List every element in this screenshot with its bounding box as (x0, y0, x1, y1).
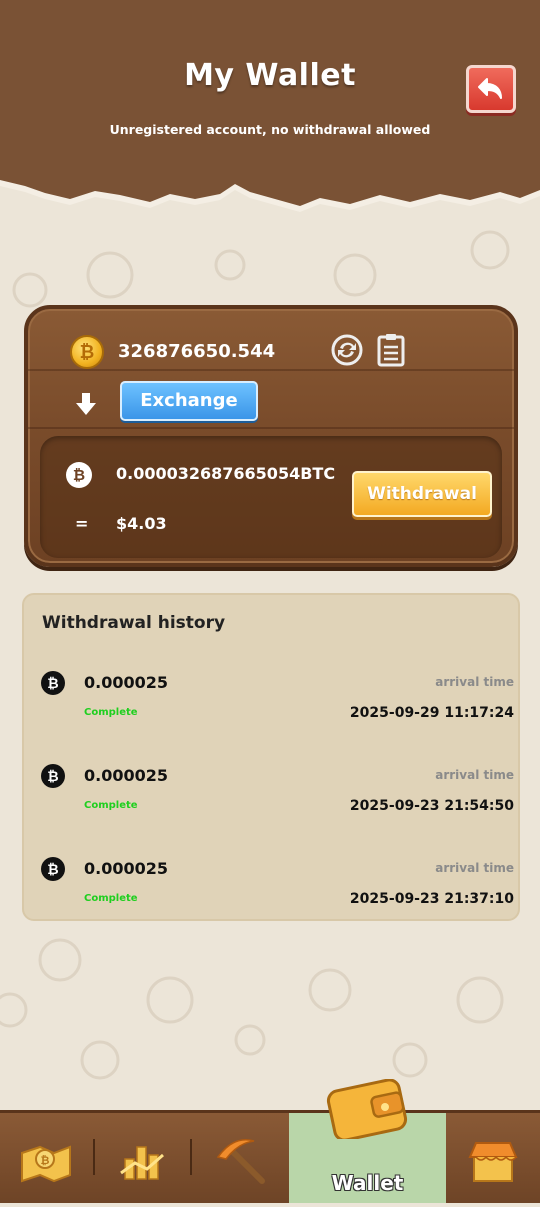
nav-item-map[interactable]: ₿ (0, 1113, 92, 1203)
nav-item-chart[interactable] (95, 1113, 190, 1203)
refresh-icon[interactable] (330, 333, 364, 367)
history-status: Complete (84, 800, 138, 811)
wallet-card: ₿ 326876650.544 Exchange ₿ 0.00003268766… (24, 305, 518, 567)
back-button[interactable] (466, 65, 516, 113)
pickaxe-icon (216, 1139, 265, 1184)
arrival-time-label: arrival time (435, 675, 514, 689)
bitcoin-icon: ₿ (66, 462, 92, 488)
btc-balance: 0.000032687665054BTC (116, 464, 336, 483)
arrival-time: 2025-09-23 21:37:10 (349, 891, 514, 907)
arrival-time-label: arrival time (435, 768, 514, 782)
history-amount: 0.000025 (84, 766, 169, 785)
history-status: Complete (84, 707, 138, 718)
bitcoin-icon: ₿ (41, 857, 65, 881)
withdrawal-button[interactable]: Withdrawal (352, 471, 492, 517)
arrival-time: 2025-09-23 21:54:50 (349, 798, 514, 814)
history-amount: 0.000025 (84, 673, 169, 692)
shop-icon (468, 1142, 518, 1182)
account-notice: Unregistered account, no withdrawal allo… (109, 122, 431, 137)
nav-item-mine[interactable] (192, 1113, 289, 1203)
bitcoin-icon: ₿ (41, 671, 65, 695)
arrival-time: 2025-09-29 11:17:24 (349, 705, 514, 721)
chart-icon (120, 1146, 164, 1180)
wallet-icon (326, 1079, 408, 1139)
history-status: Complete (84, 893, 138, 904)
history-row: ₿ 0.000025 Complete arrival time 2025-09… (24, 847, 518, 917)
withdrawal-history: Withdrawal history ₿ 0.000025 Complete a… (22, 593, 520, 921)
svg-text:₿: ₿ (41, 1154, 50, 1167)
nav-item-shop[interactable] (446, 1113, 540, 1203)
nav-label-wallet: Wallet (331, 1171, 404, 1195)
history-title: Withdrawal history (42, 613, 226, 633)
header: My Wallet Unregistered account, no withd… (0, 0, 540, 215)
return-arrow-icon (478, 78, 502, 99)
coin-balance: 326876650.544 (118, 341, 276, 362)
exchange-button[interactable]: Exchange (120, 381, 258, 421)
bottom-nav: ₿ Wallet (0, 1079, 540, 1203)
usd-balance: $4.03 (116, 514, 167, 533)
equals-sign: = (75, 514, 89, 533)
gold-coin-icon: ₿ (70, 335, 104, 369)
header-background (0, 0, 540, 212)
history-amount: 0.000025 (84, 859, 169, 878)
map-icon: ₿ (21, 1145, 71, 1183)
page-title: My Wallet (184, 58, 356, 93)
clipboard-icon[interactable] (376, 333, 406, 367)
history-row: ₿ 0.000025 Complete arrival time 2025-09… (24, 754, 518, 824)
arrival-time-label: arrival time (435, 861, 514, 875)
bitcoin-icon: ₿ (41, 764, 65, 788)
arrow-down-icon (76, 393, 96, 415)
history-row: ₿ 0.000025 Complete arrival time 2025-09… (24, 661, 518, 731)
